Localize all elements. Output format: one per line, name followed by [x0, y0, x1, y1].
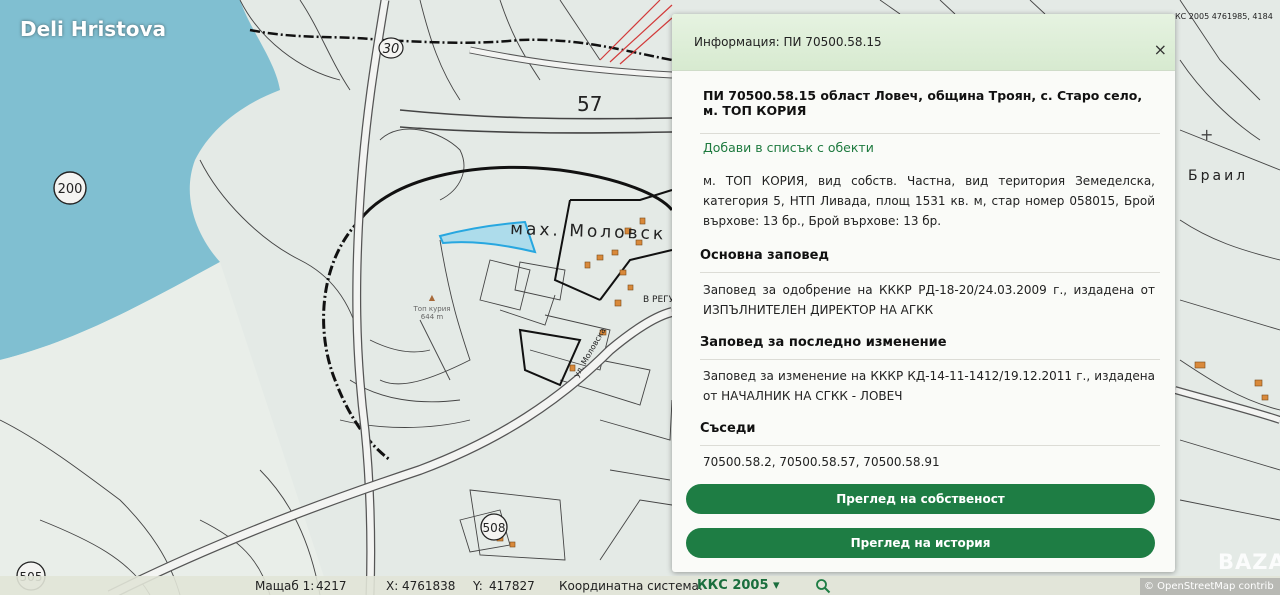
street-label-regu: В РЕГУ	[643, 295, 675, 305]
divider	[700, 359, 1160, 360]
crosshair-icon: +	[1200, 125, 1213, 144]
main-order-text: Заповед за одобрение на КККР РД-18-20/24…	[703, 283, 1155, 317]
parcel-description: м. ТОП КОРИЯ, вид собств. Частна, вид те…	[703, 174, 1155, 228]
status-bar: Мащаб 1: 4217 X: 4761838 Y: 417827 Коорд…	[0, 576, 1280, 595]
view-ownership-button[interactable]: Преглед на собственост	[686, 484, 1155, 514]
coord-system-select[interactable]: ККС 2005 ▾	[697, 578, 780, 593]
neighbors-list: 70500.58.2, 70500.58.57, 70500.58.91	[703, 455, 940, 469]
scale-value: 4217	[316, 579, 347, 593]
panel-header: Информация: ПИ 70500.58.15 ×	[672, 14, 1175, 71]
search-icon[interactable]	[815, 578, 831, 594]
add-to-list-link[interactable]: Добави в списък с обекти	[703, 140, 874, 155]
neighbors-title: Съседи	[700, 421, 756, 436]
y-coordinate: 417827	[489, 579, 535, 593]
view-history-button[interactable]: Преглед на история	[686, 528, 1155, 558]
village-label-brail: Браил	[1188, 168, 1248, 184]
x-label: X:	[386, 579, 399, 593]
divider	[700, 445, 1160, 446]
info-panel: Информация: ПИ 70500.58.15 × ПИ 70500.58…	[672, 14, 1175, 572]
y-label: Y:	[473, 579, 483, 593]
coord-system-label: Координатна система:	[559, 579, 703, 593]
last-change-text: Заповед за изменение на КККР КД-14-11-14…	[703, 369, 1155, 403]
road-label-57: 57	[577, 92, 602, 116]
road-marker-508: 508	[483, 521, 506, 535]
peak-height: 644 m	[421, 313, 444, 321]
parcel-title: ПИ 70500.58.15 област Ловеч, община Троя…	[703, 88, 1143, 118]
site-watermark: BAZAR	[1218, 550, 1280, 574]
divider	[700, 272, 1160, 273]
panel-title: Информация: ПИ 70500.58.15	[694, 35, 882, 49]
road-marker-30: 30	[383, 42, 400, 57]
corner-coords: КС 2005 4761985, 4184	[1175, 12, 1273, 21]
close-icon[interactable]: ×	[1154, 42, 1167, 58]
peak-name: Топ курия	[413, 305, 451, 313]
map-attribution[interactable]: © OpenStreetMap contrib	[1140, 578, 1280, 595]
scale-label: Мащаб 1:	[255, 579, 315, 593]
svg-text:▲: ▲	[429, 293, 436, 302]
road-marker-200: 200	[58, 182, 83, 197]
last-change-title: Заповед за последно изменение	[700, 335, 947, 350]
uploader-watermark: Deli Hristova	[20, 17, 167, 41]
main-order-title: Основна заповед	[700, 248, 829, 263]
x-coordinate: 4761838	[402, 579, 456, 593]
divider	[700, 133, 1160, 134]
